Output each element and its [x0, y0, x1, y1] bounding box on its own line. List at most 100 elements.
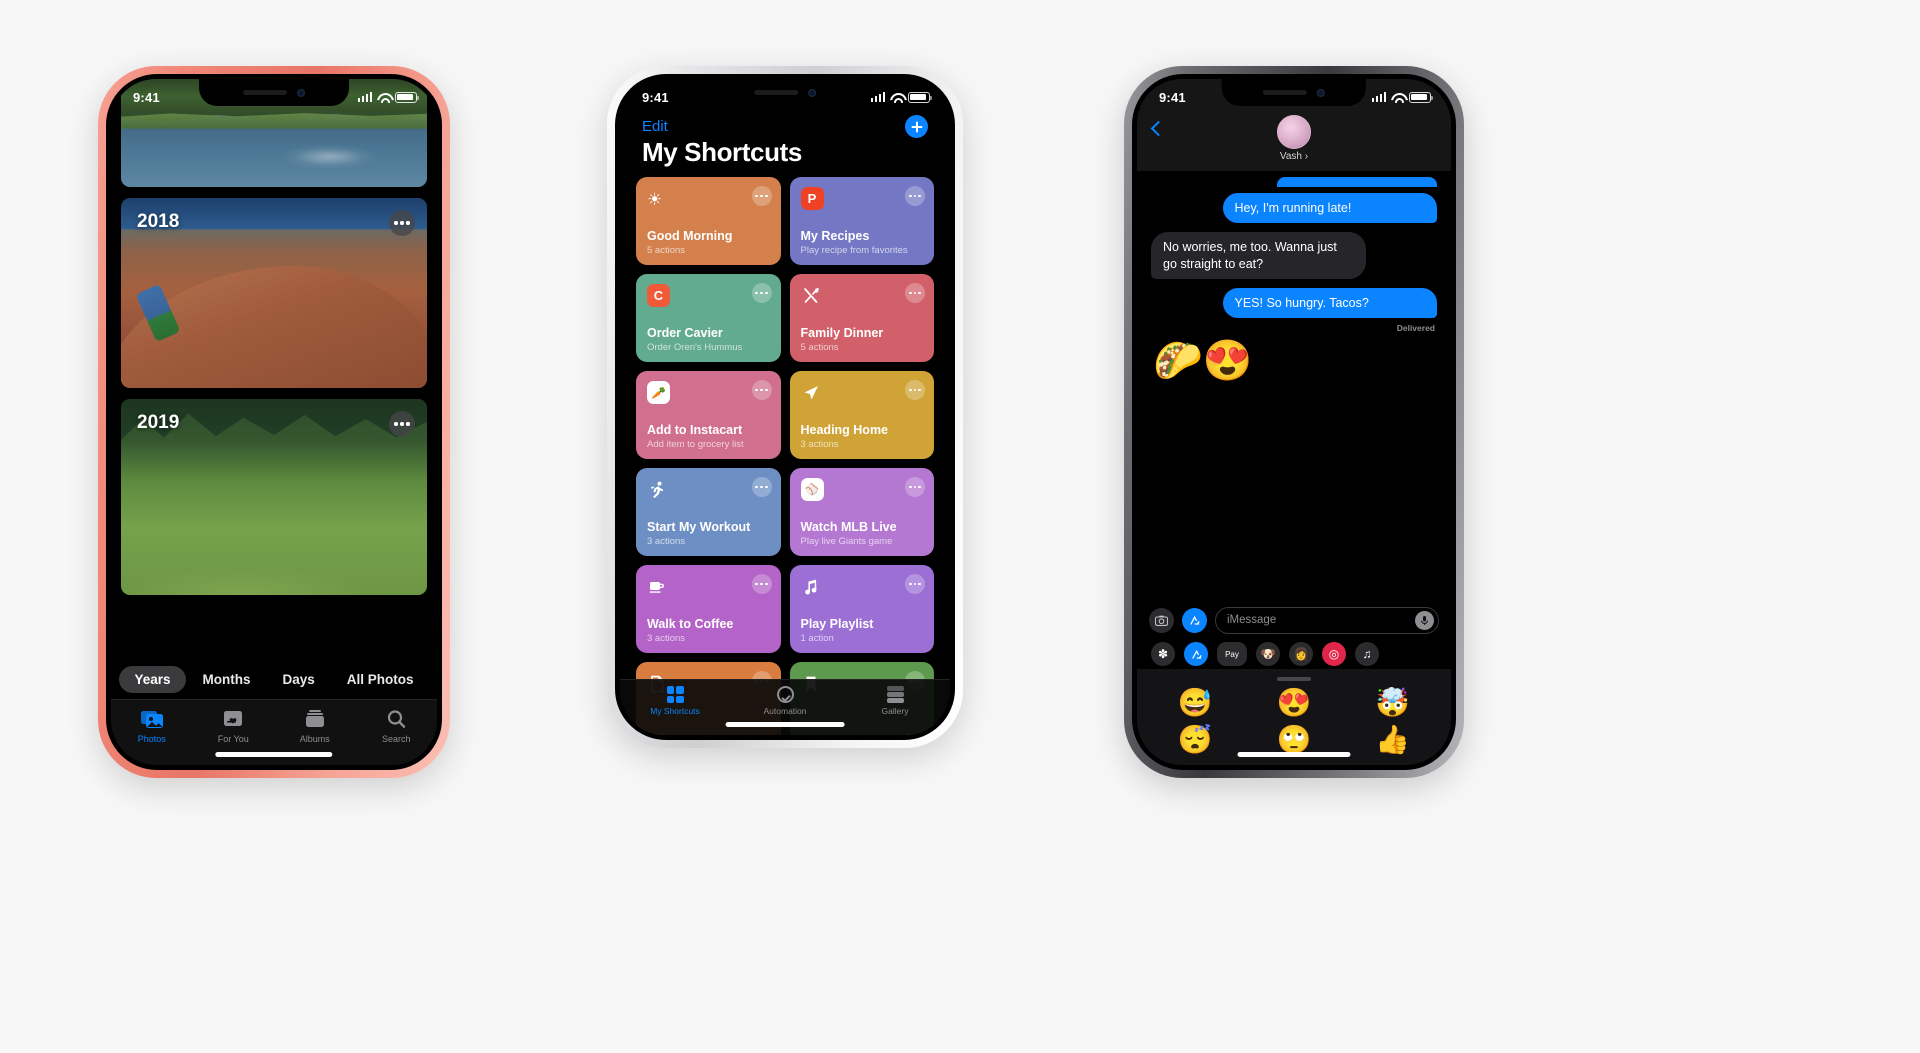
cellular-bars-icon	[357, 92, 372, 102]
earpiece-speaker	[242, 90, 287, 95]
wifi-icon	[377, 92, 390, 102]
message-bubble-incoming[interactable]: No worries, me too. Wanna just go straig…	[1151, 232, 1366, 279]
front-camera-icon	[296, 88, 305, 97]
app-store-icon[interactable]	[1184, 642, 1208, 666]
microphone-icon[interactable]	[1415, 610, 1434, 630]
more-options-icon[interactable]	[751, 283, 772, 303]
shortcut-subtitle: Add item to grocery list	[647, 439, 744, 450]
tab-automation[interactable]: Automation	[730, 686, 840, 716]
shortcut-name: Play Playlist	[800, 616, 874, 631]
tab-search[interactable]: Search	[356, 708, 438, 744]
photos-segmented-control[interactable]: Years Months Days All Photos	[111, 666, 437, 693]
shortcuts-grid: ☀ Good Morning 5 actions P My Recipes Pl…	[636, 177, 934, 735]
digital-touch-icon[interactable]: ◎	[1322, 642, 1346, 666]
imessage-app-strip[interactable]: ✽ Pay 🐶 👩 ◎ ♫	[1137, 639, 1451, 669]
more-options-icon[interactable]	[389, 411, 415, 437]
shortcut-name: Order Cavier	[647, 325, 723, 340]
memoji-stickers-icon[interactable]: 👩	[1289, 642, 1313, 666]
more-options-icon[interactable]	[905, 283, 925, 303]
chevron-left-icon[interactable]	[1150, 120, 1167, 137]
more-options-icon[interactable]	[751, 477, 772, 497]
shortcut-card[interactable]: Family Dinner 5 actions	[789, 274, 934, 362]
photo-year-label: 2019	[137, 412, 180, 433]
apple-pay-icon[interactable]: Pay	[1217, 642, 1247, 666]
status-time: 9:41	[1159, 89, 1186, 105]
message-bubble-partial[interactable]	[1276, 177, 1437, 187]
more-options-icon[interactable]	[905, 574, 925, 594]
photos-app-icon[interactable]: ✽	[1151, 642, 1175, 666]
shortcut-card[interactable]: C Order Cavier Order Oren's Hummus	[636, 274, 781, 362]
shortcut-card[interactable]: Heading Home 3 actions	[789, 371, 934, 459]
shortcut-card[interactable]: Walk to Coffee 3 actions	[636, 565, 781, 653]
message-bubble-outgoing[interactable]: YES! So hungry. Tacos?	[1222, 287, 1437, 318]
more-options-icon[interactable]	[751, 186, 772, 206]
tab-for-you[interactable]: For You	[193, 708, 275, 744]
albums-icon	[305, 710, 324, 727]
tab-photos[interactable]: Photos	[111, 708, 193, 744]
message-bubble-outgoing[interactable]: Hey, I'm running late!	[1222, 193, 1437, 224]
home-indicator[interactable]	[725, 722, 845, 727]
more-options-icon[interactable]	[389, 210, 415, 236]
sun-icon: ☀	[647, 189, 663, 209]
segment-days[interactable]: Days	[268, 666, 330, 693]
camera-icon[interactable]	[1149, 607, 1174, 633]
home-indicator[interactable]	[215, 752, 333, 757]
delivered-status: Delivered	[1396, 323, 1435, 333]
photo-year-label: 2018	[137, 211, 180, 232]
photo-card[interactable]: 2019	[121, 399, 427, 595]
shortcut-card[interactable]: Start My Workout 3 actions	[636, 468, 781, 556]
tab-label: Photos	[137, 734, 166, 744]
contact-name[interactable]: Vash ›	[1280, 151, 1308, 162]
shortcut-card[interactable]: ☀ Good Morning 5 actions	[636, 177, 781, 265]
tab-albums[interactable]: Albums	[274, 708, 356, 744]
more-options-icon[interactable]	[905, 380, 925, 400]
edit-button[interactable]: Edit	[642, 118, 668, 135]
status-time: 9:41	[642, 89, 669, 105]
more-options-icon[interactable]	[751, 574, 772, 594]
heart-card-icon	[224, 711, 243, 726]
shortcut-card[interactable]: Play Playlist 1 action	[789, 565, 934, 653]
avatar[interactable]	[1277, 115, 1311, 149]
memoji-sticker-panel[interactable]: 😅 😍 🤯 😴 🙄 👍	[1137, 669, 1451, 765]
memoji-sticker-message[interactable]: 🌮😍	[1153, 341, 1437, 381]
tab-gallery[interactable]: Gallery	[840, 686, 950, 716]
photo-card[interactable]: 2018	[121, 198, 427, 388]
memoji-sticker[interactable]: 😴	[1147, 722, 1244, 757]
memoji-sticker[interactable]: 😅	[1147, 685, 1244, 720]
shortcut-subtitle: 3 actions	[647, 536, 686, 547]
tab-label: Gallery	[881, 706, 909, 716]
photos-year-list[interactable]: 2018 2019	[111, 79, 437, 657]
shortcut-card[interactable]: 🥕 Add to Instacart Add item to grocery l…	[636, 371, 781, 459]
running-person-icon	[647, 478, 770, 502]
more-options-icon[interactable]	[751, 380, 772, 400]
segment-months[interactable]: Months	[188, 666, 266, 693]
shortcut-name: Add to Instacart	[647, 422, 743, 437]
message-input-row: iMessage	[1137, 601, 1451, 639]
shortcut-name: Watch MLB Live	[800, 519, 897, 534]
app-store-icon[interactable]	[1182, 607, 1207, 633]
tab-label: My Shortcuts	[650, 706, 700, 716]
phone-messages-screen: 9:41 Vash › Hey, I'm running late! No wo…	[1137, 79, 1451, 765]
shortcut-name: Walk to Coffee	[647, 616, 734, 631]
home-indicator[interactable]	[1237, 752, 1351, 757]
animoji-dog-icon[interactable]: 🐶	[1256, 642, 1280, 666]
more-options-icon[interactable]	[905, 477, 925, 497]
plus-icon[interactable]	[905, 115, 928, 138]
music-app-icon[interactable]: ♫	[1355, 642, 1379, 666]
tab-label: For You	[217, 734, 249, 744]
tab-label: Automation	[763, 706, 807, 716]
shortcut-card[interactable]: P My Recipes Play recipe from favorites	[789, 177, 934, 265]
memoji-sticker[interactable]: 🤯	[1344, 685, 1441, 720]
front-camera-icon	[1317, 88, 1325, 97]
segment-years[interactable]: Years	[119, 666, 186, 693]
imessage-input[interactable]: iMessage	[1215, 606, 1439, 634]
more-options-icon[interactable]	[905, 186, 925, 206]
tab-my-shortcuts[interactable]: My Shortcuts	[620, 686, 730, 716]
shortcut-card[interactable]: ⚾ Watch MLB Live Play live Giants game	[789, 468, 934, 556]
panel-grabber[interactable]	[1277, 677, 1311, 681]
memoji-sticker[interactable]: 👍	[1344, 722, 1441, 757]
clock-icon	[776, 686, 794, 703]
segment-all-photos[interactable]: All Photos	[332, 666, 429, 693]
shortcut-name: Heading Home	[800, 422, 889, 437]
memoji-sticker[interactable]: 😍	[1246, 685, 1343, 720]
